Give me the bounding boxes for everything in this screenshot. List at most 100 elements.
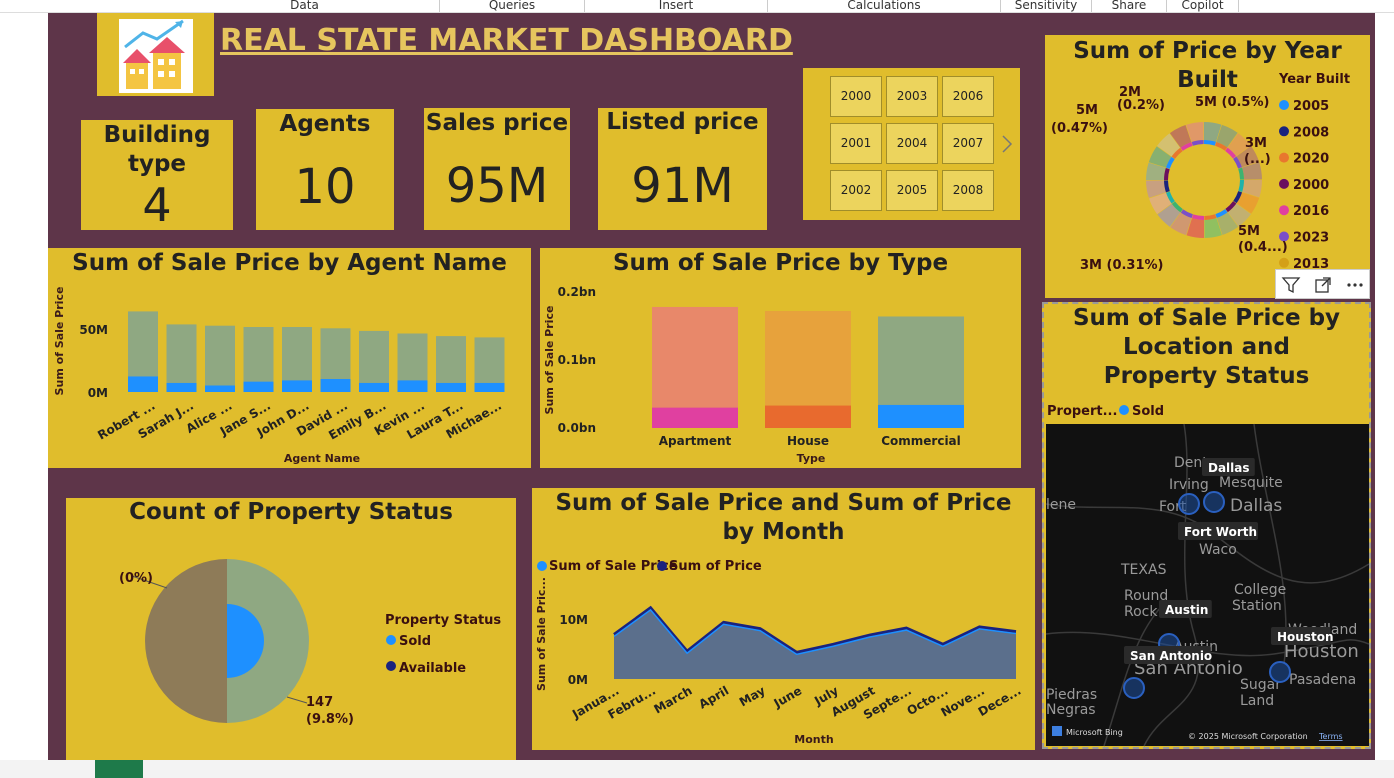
x-axis-label: Agent Name	[284, 452, 360, 465]
bottom-bar	[0, 760, 1394, 778]
donut-annotation: 5M	[1076, 103, 1098, 118]
map-bubble	[1123, 677, 1145, 699]
ribbon-tab-queries[interactable]: Queries	[440, 0, 585, 12]
map-bubble	[1203, 491, 1225, 513]
donut-annotation: 3M (0.31%)	[1080, 258, 1164, 273]
slicer-year-2003[interactable]: 2003	[886, 76, 938, 117]
map-base-label: Land	[1240, 693, 1274, 709]
map-terms-link[interactable]: Terms	[1318, 732, 1343, 741]
map-base-label: Piedras	[1046, 687, 1097, 703]
ribbon-tab-insert[interactable]: Insert	[585, 0, 768, 12]
kpi-sales-price: Sales price 95M	[424, 108, 570, 230]
bar-segment	[205, 385, 235, 392]
pie-annotation: (0%)	[119, 571, 153, 586]
legend-marker-available	[386, 661, 396, 671]
slicer-year-2000[interactable]: 2000	[830, 76, 882, 117]
map-base-label: Dallas	[1230, 496, 1282, 516]
bar-segment	[397, 380, 428, 392]
donut-annotation: 5M (0.5%)	[1195, 95, 1269, 110]
ribbon-tab-calculations[interactable]: Calculations	[768, 0, 1001, 12]
map-base-label: lene	[1046, 497, 1076, 513]
month-area-card: Sum of Sale Price and Sum of Price by Mo…	[532, 488, 1035, 750]
bar	[243, 327, 274, 382]
bar-segment	[243, 381, 274, 392]
kpi-label: Agents	[279, 111, 371, 137]
legend-marker	[1279, 152, 1289, 163]
bar	[474, 337, 505, 383]
slicer-year-2006[interactable]: 2006	[942, 76, 994, 117]
map-base-label: Mesquite	[1219, 475, 1283, 491]
kpi-agents: Agents 10	[256, 109, 394, 230]
donut-annotation: 5M	[1238, 224, 1260, 239]
focus-mode-icon[interactable]	[1313, 275, 1333, 295]
add-page-button[interactable]	[95, 760, 143, 778]
year-built-donut: Year Built 2005200820202000201620232013 …	[1051, 72, 1350, 273]
x-tick: House	[787, 434, 829, 448]
map-bubble	[1269, 661, 1291, 683]
ribbon-tab-data[interactable]: Data	[170, 0, 440, 12]
kpi-building-type: Building type 4	[81, 120, 233, 232]
bar-segment	[128, 376, 158, 392]
month-area-chart: Sum of Sale Price Sum of Price Janua...F…	[535, 559, 1024, 746]
map-attribution: Microsoft Bing	[1066, 728, 1123, 737]
map-attribution: © 2025 Microsoft Corporation	[1188, 732, 1308, 741]
filter-icon[interactable]	[1281, 275, 1301, 295]
year-slicer: 2000 2003 2006 2001 2004 2007 2002 2005 …	[803, 68, 1020, 220]
legend-marker	[1279, 178, 1289, 189]
legend-title: Property Status	[385, 613, 501, 628]
y-axis-label: Sum of Sale Price	[53, 287, 66, 396]
ribbon-tab-share[interactable]: Share	[1092, 0, 1167, 12]
slicer-year-2008[interactable]: 2008	[942, 170, 994, 211]
slicer-year-2004[interactable]: 2004	[886, 123, 938, 164]
legend-marker	[1279, 205, 1289, 216]
bar	[765, 311, 851, 406]
kpi-listed-price: Listed price 91M	[598, 108, 767, 230]
slicer-year-2002[interactable]: 2002	[830, 170, 882, 211]
location-map-card: Sum of Sale Price by Location and Proper…	[1042, 302, 1371, 749]
slicer-year-2001[interactable]: 2001	[830, 123, 882, 164]
bar-segment	[878, 404, 964, 428]
city-label: Dallas	[1208, 461, 1250, 475]
legend-item: 2005	[1293, 99, 1329, 114]
kpi-value: 91M	[631, 158, 734, 214]
x-tick: June	[771, 683, 805, 710]
more-options-icon[interactable]	[1345, 275, 1365, 295]
legend-item-available: Available	[399, 661, 466, 676]
legend-title: Propert...	[1047, 404, 1117, 419]
y-axis-label: Sum of Sale Pric...	[535, 577, 548, 691]
map-base-label: Waco	[1199, 542, 1237, 558]
legend-item-price: Sum of Price	[669, 559, 762, 574]
type-bar-chart: Apartment House Commercial 0.2bn 0.1bn 0.0…	[543, 285, 964, 465]
location-map[interactable]: Propert... Sold Irving MesquiteDallasFort…	[1044, 304, 1369, 747]
x-tick: April	[696, 683, 731, 711]
donut-annotation: (0.47%)	[1051, 121, 1108, 136]
y-tick: 50M	[79, 323, 108, 337]
donut-annotation: (0.4...)	[1238, 240, 1288, 255]
legend-marker-sale-price	[537, 561, 547, 571]
x-axis-label: Type	[797, 452, 826, 465]
ribbon-bar: Data Queries Insert Calculations Sensiti…	[0, 0, 1394, 13]
bar-segment	[652, 407, 738, 428]
dashboard-canvas: REAL STATE MARKET DASHBOARD Building typ…	[48, 13, 1375, 760]
legend-title: Year Built	[1278, 72, 1350, 87]
y-axis-label: Sum of Sale Price	[543, 306, 556, 415]
legend-item-sold: Sold	[1132, 404, 1164, 419]
kpi-value: 95M	[445, 158, 549, 214]
slicer-year-2007[interactable]: 2007	[942, 123, 994, 164]
y-tick: 0M	[568, 673, 588, 687]
area-fill	[614, 607, 1016, 679]
x-tick: March	[652, 683, 695, 716]
agent-bar-chart: Robert ...Sarah J...Alice ...Jane S...Jo…	[53, 287, 505, 465]
ribbon-tab-sensitivity[interactable]: Sensitivity	[1001, 0, 1092, 12]
chevron-right-icon[interactable]	[1001, 134, 1013, 154]
bar	[166, 324, 197, 383]
ribbon-tab-copilot[interactable]: Copilot	[1167, 0, 1239, 12]
bar	[320, 328, 351, 379]
slicer-year-2005[interactable]: 2005	[886, 170, 938, 211]
bar	[878, 316, 964, 405]
donut-annotation: (0.2%)	[1117, 98, 1165, 113]
bing-logo-icon	[1052, 726, 1062, 736]
house-growth-icon	[119, 19, 193, 93]
legend-item-sold: Sold	[399, 634, 431, 649]
legend-marker-sold	[386, 635, 396, 645]
